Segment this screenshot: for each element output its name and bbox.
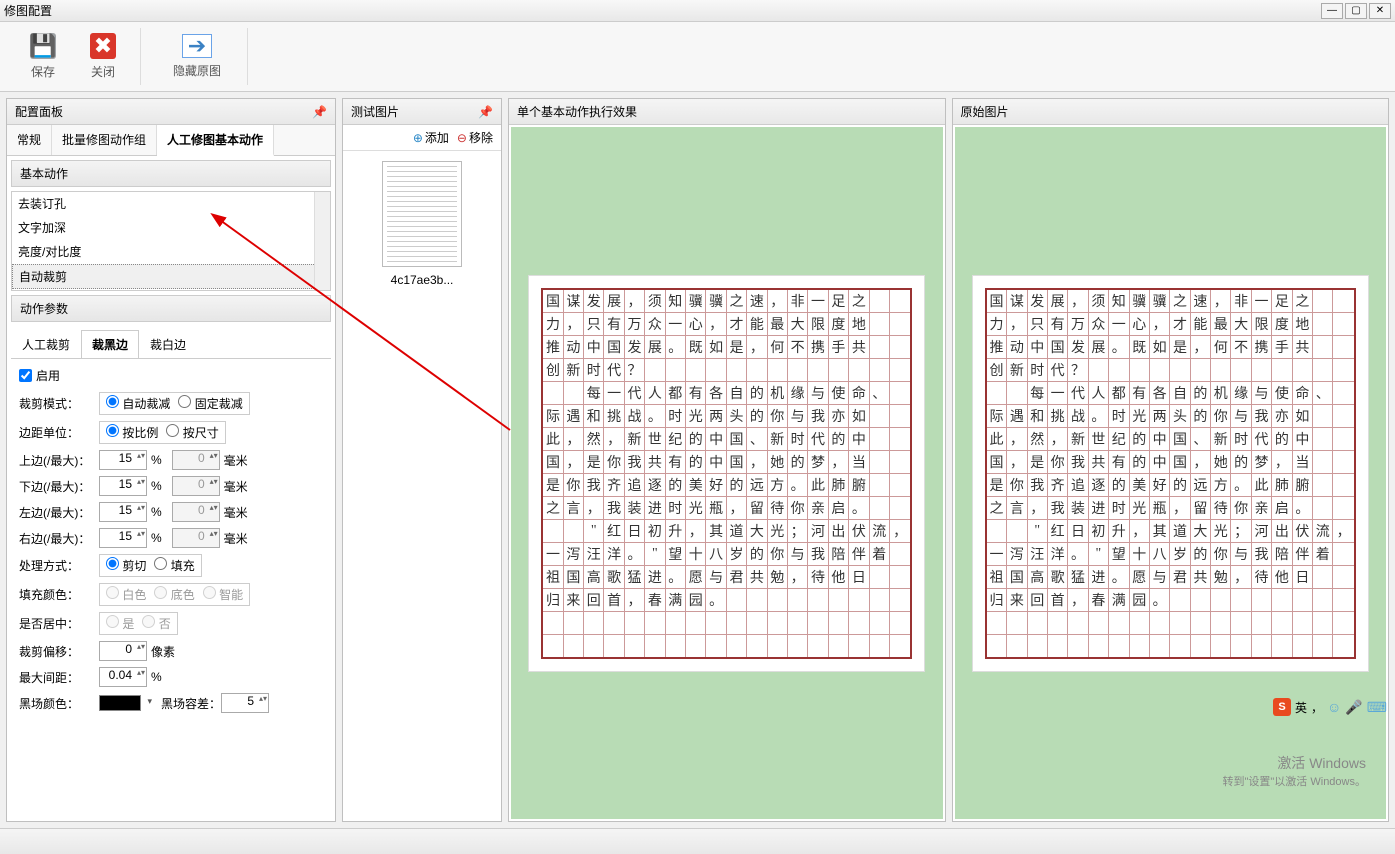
- scrollbar[interactable]: [314, 192, 330, 290]
- max-gap-label: 最大间距：: [19, 669, 99, 686]
- black-tolerance-spinner[interactable]: 5: [221, 693, 269, 713]
- hide-original-icon: ➔: [182, 34, 212, 58]
- edge-mm-spinner: 0: [172, 450, 220, 470]
- smiley-icon[interactable]: ☺: [1327, 699, 1341, 715]
- action-list[interactable]: 去装订孔文字加深亮度/对比度自动裁剪自动纠偏: [11, 191, 331, 291]
- fill-color-label: 填充颜色：: [19, 586, 99, 603]
- close-window-button[interactable]: ✕: [1369, 3, 1391, 19]
- margin-unit-label: 边距单位：: [19, 424, 99, 441]
- margin-unit-size[interactable]: 按尺寸: [166, 424, 218, 441]
- ime-separator: ，: [1311, 699, 1323, 716]
- test-panel: 测试图片 📌 ⊕添加 ⊖移除 4c17ae3b...: [342, 98, 502, 822]
- action-item[interactable]: 亮度/对比度: [12, 240, 330, 264]
- edge-spinner[interactable]: 15: [99, 476, 147, 496]
- sogou-icon: S: [1273, 698, 1291, 716]
- edge-mm-spinner: 0: [172, 528, 220, 548]
- param-tabs: 人工裁剪裁黑边裁白边: [11, 330, 331, 359]
- preview-page: 国谋发展，须知骥骥之速，非一足之力，只有万众一心，才能最大限度地推动中国发展。既…: [528, 275, 925, 672]
- config-tab-0[interactable]: 常规: [7, 125, 52, 155]
- original-panel-title: 原始图片: [961, 103, 1009, 120]
- fill-base: 底色: [154, 586, 194, 603]
- pin-icon[interactable]: 📌: [312, 105, 327, 119]
- margin-unit-ratio[interactable]: 按比例: [106, 424, 158, 441]
- save-icon: 💾: [30, 33, 56, 59]
- process-label: 处理方式：: [19, 557, 99, 574]
- fill-smart: 智能: [203, 586, 243, 603]
- preview-panel-title: 单个基本动作执行效果: [517, 103, 637, 120]
- crop-mode-auto[interactable]: 自动裁减: [106, 395, 170, 412]
- action-item[interactable]: 去装订孔: [12, 192, 330, 216]
- ime-indicator[interactable]: S 英 ， ☺ 🎤 ⌨: [1273, 698, 1387, 716]
- edge-label: 上边(/最大)：: [19, 452, 99, 469]
- test-panel-title: 测试图片: [351, 103, 399, 120]
- maximize-button[interactable]: ▢: [1345, 3, 1367, 19]
- edge-mm-spinner: 0: [172, 476, 220, 496]
- enable-label: 启用: [36, 367, 60, 384]
- original-page: 国谋发展，须知骥骥之速，非一足之力，只有万众一心，才能最大限度地推动中国发展。既…: [972, 275, 1369, 672]
- thumbnail[interactable]: [382, 161, 462, 267]
- toolbar: 💾 保存 ✖ 关闭 ➔ 隐藏原图: [0, 22, 1395, 92]
- param-tab-2[interactable]: 裁白边: [139, 330, 197, 358]
- save-button[interactable]: 💾 保存: [16, 28, 70, 85]
- config-tabs: 常规批量修图动作组人工修图基本动作: [7, 125, 335, 156]
- basic-actions-header: 基本动作: [11, 160, 331, 187]
- max-gap-spinner[interactable]: 0.04: [99, 667, 147, 687]
- edge-spinner[interactable]: 15: [99, 450, 147, 470]
- add-icon: ⊕: [413, 131, 423, 145]
- black-color-label: 黑场颜色：: [19, 695, 99, 712]
- remove-icon: ⊖: [457, 131, 467, 145]
- thumbnail-label: 4c17ae3b...: [391, 273, 454, 287]
- process-fill[interactable]: 填充: [154, 557, 194, 574]
- window-title: 修图配置: [4, 2, 52, 19]
- edge-label: 右边(/最大)：: [19, 530, 99, 547]
- edge-label: 下边(/最大)：: [19, 478, 99, 495]
- center-label: 是否居中：: [19, 615, 99, 632]
- action-item[interactable]: 自动裁剪: [12, 264, 330, 289]
- edge-spinner[interactable]: 15: [99, 502, 147, 522]
- black-tolerance-label: 黑场容差：: [161, 695, 221, 712]
- config-panel-title: 配置面板: [15, 103, 63, 120]
- black-color-swatch[interactable]: [99, 695, 141, 711]
- preview-panel: 单个基本动作执行效果 国谋发展，须知骥骥之速，非一足之力，只有万众一心，才能最大…: [508, 98, 946, 822]
- crop-mode-fixed[interactable]: 固定裁减: [178, 395, 242, 412]
- params-header: 动作参数: [11, 295, 331, 322]
- config-tab-2[interactable]: 人工修图基本动作: [157, 125, 274, 156]
- edge-mm-spinner: 0: [172, 502, 220, 522]
- crop-offset-spinner[interactable]: 0: [99, 641, 147, 661]
- param-tab-0[interactable]: 人工裁剪: [11, 330, 81, 358]
- pin-icon[interactable]: 📌: [478, 105, 493, 119]
- center-yes: 是: [106, 615, 134, 632]
- fill-white: 白色: [106, 586, 146, 603]
- minimize-button[interactable]: —: [1321, 3, 1343, 19]
- close-button[interactable]: ✖ 关闭: [76, 28, 130, 85]
- remove-button[interactable]: ⊖移除: [457, 129, 493, 146]
- windows-watermark: 激活 Windows 转到"设置"以激活 Windows。: [1223, 753, 1367, 789]
- edge-spinner[interactable]: 15: [99, 528, 147, 548]
- add-button[interactable]: ⊕添加: [413, 129, 449, 146]
- enable-checkbox[interactable]: [19, 369, 32, 382]
- hide-original-button[interactable]: ➔ 隐藏原图: [157, 28, 237, 85]
- param-tab-1[interactable]: 裁黑边: [81, 330, 139, 358]
- crop-offset-label: 裁剪偏移：: [19, 643, 99, 660]
- crop-mode-label: 裁剪模式：: [19, 395, 99, 412]
- process-cut[interactable]: 剪切: [106, 557, 146, 574]
- action-item[interactable]: 自动纠偏: [12, 289, 330, 291]
- close-icon: ✖: [90, 33, 116, 59]
- titlebar: 修图配置 — ▢ ✕: [0, 0, 1395, 22]
- statusbar: [0, 828, 1395, 854]
- keyboard-icon[interactable]: ⌨: [1367, 699, 1387, 716]
- edge-label: 左边(/最大)：: [19, 504, 99, 521]
- center-no: 否: [142, 615, 170, 632]
- mic-icon[interactable]: 🎤: [1345, 699, 1362, 716]
- config-panel: 配置面板 📌 常规批量修图动作组人工修图基本动作 基本动作 去装订孔文字加深亮度…: [6, 98, 336, 822]
- config-tab-1[interactable]: 批量修图动作组: [52, 125, 157, 155]
- action-item[interactable]: 文字加深: [12, 216, 330, 240]
